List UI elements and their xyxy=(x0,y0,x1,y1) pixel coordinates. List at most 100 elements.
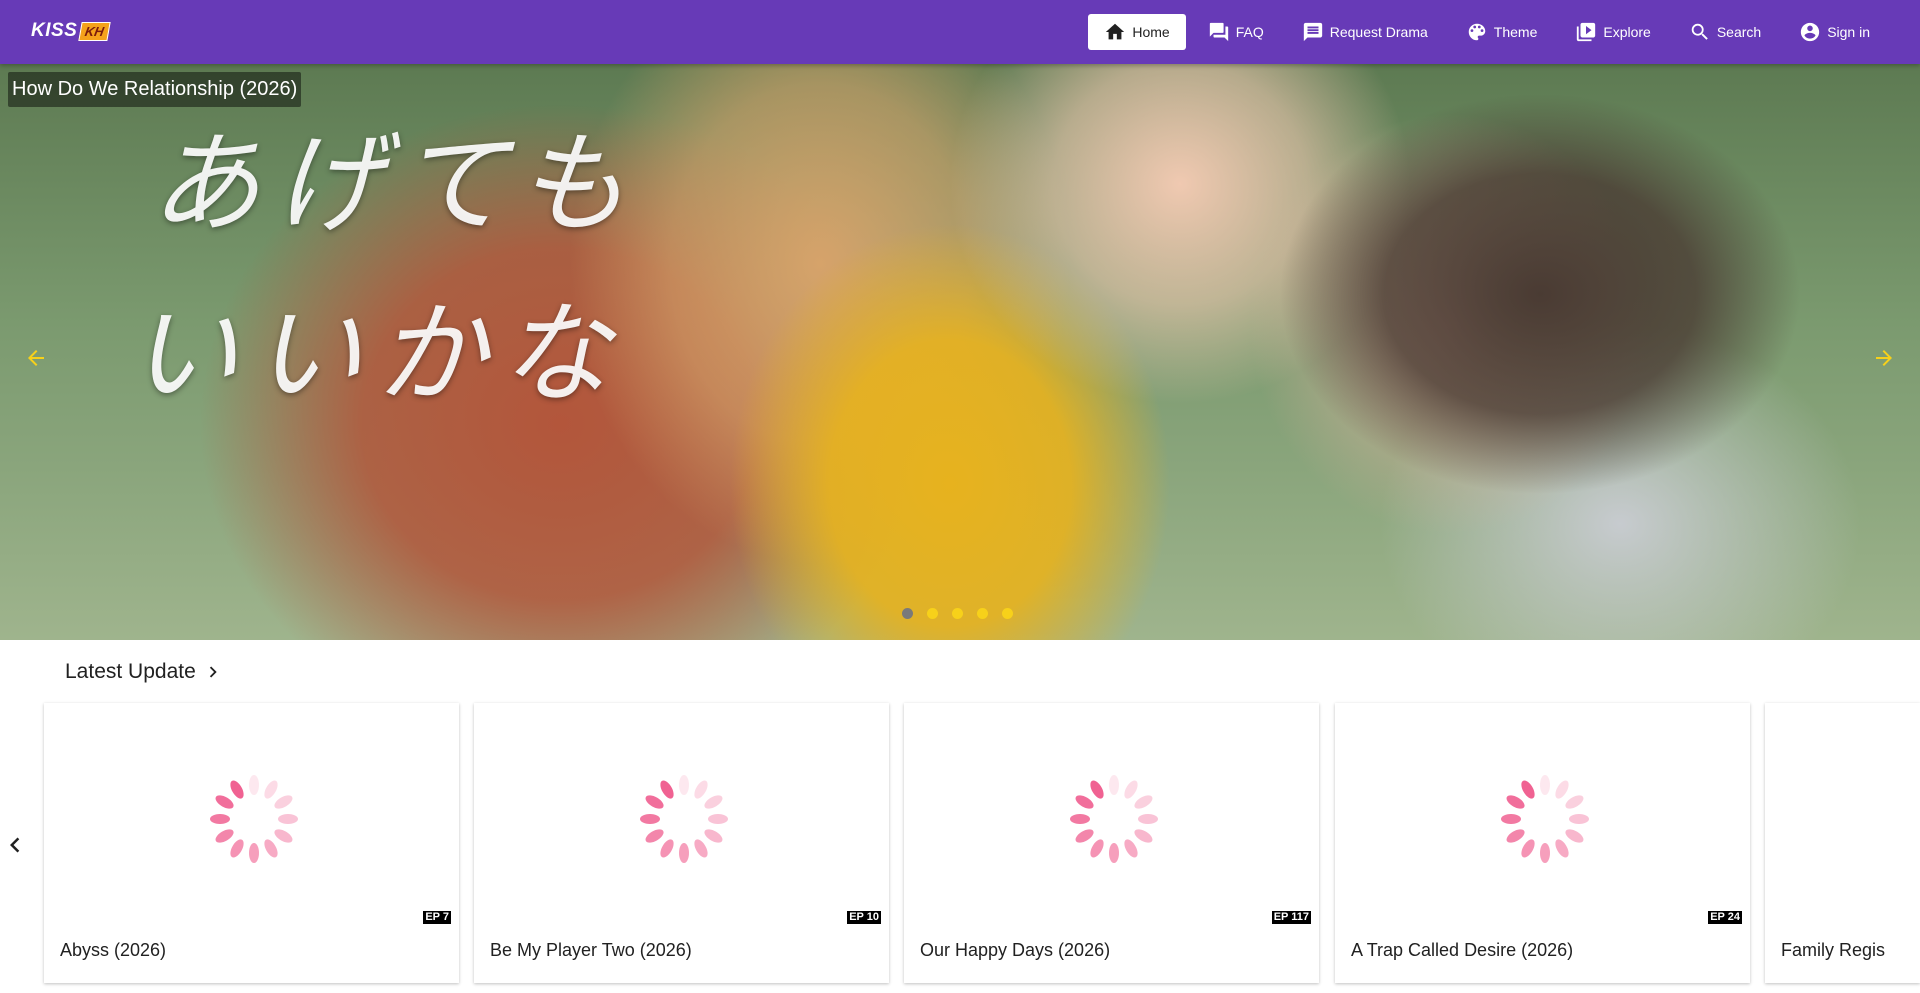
slide-indicators xyxy=(902,608,1013,619)
spinner-petal xyxy=(660,839,674,858)
spinner-petal xyxy=(1134,829,1153,843)
slide-dot-5[interactable] xyxy=(1002,608,1013,619)
episode-badge: EP 7 xyxy=(423,911,451,924)
spinner-petal xyxy=(1565,795,1584,809)
hero-prev-button[interactable] xyxy=(24,346,48,370)
spinner-petal xyxy=(1134,795,1153,809)
spinner-petal xyxy=(1124,839,1138,858)
spinner-petal xyxy=(640,814,660,824)
spinner-petal xyxy=(704,795,723,809)
logo-badge: KH xyxy=(78,21,111,41)
chevron-left-icon xyxy=(10,837,20,853)
spinner-petal xyxy=(694,780,708,799)
loading-spinner-icon xyxy=(640,775,728,863)
spinner-petal xyxy=(1506,795,1525,809)
latest-update-link[interactable]: Latest Update xyxy=(65,660,224,684)
drama-card[interactable]: EP 7 Abyss (2026) xyxy=(44,703,459,983)
slide-dot-2[interactable] xyxy=(927,608,938,619)
nav-search-label: Search xyxy=(1716,24,1762,40)
nav-explore-button[interactable]: Explore xyxy=(1559,14,1666,50)
loading-spinner-icon xyxy=(210,775,298,863)
hero-title[interactable]: How Do We Relationship (2026) xyxy=(8,72,302,107)
home-icon xyxy=(1106,23,1125,40)
spinner-petal xyxy=(1090,839,1104,858)
spinner-petal xyxy=(679,775,689,795)
spinner-petal xyxy=(249,843,259,863)
slide-dot-4[interactable] xyxy=(977,608,988,619)
arrow-left-icon xyxy=(28,350,44,366)
spinner-petal xyxy=(1109,775,1119,795)
nav-search-button[interactable]: Search xyxy=(1673,14,1777,50)
drama-title: Our Happy Days (2026) xyxy=(920,940,1111,960)
spinner-petal xyxy=(264,839,278,858)
loading-spinner-icon xyxy=(1070,775,1158,863)
spinner-petal xyxy=(694,839,708,858)
drama-title: Be My Player Two (2026) xyxy=(490,940,692,960)
spinner-petal xyxy=(1521,839,1535,858)
main-nav: Home FAQ Request Drama Theme Explore Sea… xyxy=(1082,14,1886,50)
nav-sign-in-label: Sign in xyxy=(1827,24,1870,40)
spinner-petal xyxy=(230,780,244,799)
spinner-petal xyxy=(1109,843,1119,863)
spinner-petal xyxy=(1569,814,1589,824)
spinner-petal xyxy=(1555,780,1569,799)
spinner-petal xyxy=(1124,780,1138,799)
nav-request-drama-button[interactable]: Request Drama xyxy=(1286,14,1444,50)
spinner-petal xyxy=(679,843,689,863)
message-icon xyxy=(1303,22,1322,42)
hero-overlay-text-1: あげても xyxy=(150,120,641,248)
nav-home-label: Home xyxy=(1132,24,1170,40)
episode-badge: EP 10 xyxy=(847,911,881,924)
spinner-petal xyxy=(704,829,723,843)
nav-explore-label: Explore xyxy=(1603,24,1651,40)
spinner-petal xyxy=(708,814,728,824)
nav-faq-button[interactable]: FAQ xyxy=(1192,14,1280,50)
spinner-petal xyxy=(1555,839,1569,858)
video-library-icon xyxy=(1577,22,1596,42)
spinner-petal xyxy=(1540,843,1550,863)
spinner-petal xyxy=(645,795,664,809)
spinner-petal xyxy=(645,829,664,843)
nav-request-drama-label: Request Drama xyxy=(1329,24,1428,40)
section-title: Latest Update xyxy=(65,660,196,683)
spinner-petal xyxy=(1501,814,1521,824)
search-icon xyxy=(1691,23,1708,40)
spinner-petal xyxy=(1075,829,1094,843)
loading-spinner-icon xyxy=(1501,775,1589,863)
spinner-petal xyxy=(264,780,278,799)
spinner-petal xyxy=(1070,814,1090,824)
spinner-petal xyxy=(215,829,234,843)
spinner-petal xyxy=(274,829,293,843)
spinner-petal xyxy=(230,839,244,858)
episode-badge: EP 24 xyxy=(1708,911,1742,924)
drama-card[interactable]: Family Regis xyxy=(1765,703,1920,983)
drama-card[interactable]: EP 117 Our Happy Days (2026) xyxy=(904,703,1319,983)
arrow-right-icon xyxy=(1876,350,1892,366)
drama-title: Abyss (2026) xyxy=(60,940,167,960)
nav-home-button[interactable]: Home xyxy=(1088,14,1186,50)
slide-dot-3[interactable] xyxy=(952,608,963,619)
forum-icon xyxy=(1209,22,1228,42)
hero-overlay-text-2: いいかな xyxy=(128,290,624,418)
hero-carousel[interactable]: あげても いいかな How Do We Relationship (2026) xyxy=(0,64,1920,640)
slide-dot-1[interactable] xyxy=(902,608,913,619)
spinner-petal xyxy=(1521,780,1535,799)
drama-card[interactable]: EP 24 A Trap Called Desire (2026) xyxy=(1335,703,1750,983)
hero-next-button[interactable] xyxy=(1872,346,1896,370)
site-logo[interactable]: KISS KH xyxy=(31,20,111,42)
spinner-petal xyxy=(215,795,234,809)
chevron-right-icon xyxy=(209,666,217,678)
spinner-petal xyxy=(1565,829,1584,843)
spinner-petal xyxy=(660,780,674,799)
nav-sign-in-button[interactable]: Sign in xyxy=(1783,14,1886,50)
latest-prev-button[interactable] xyxy=(0,830,30,860)
drama-card[interactable]: EP 10 Be My Player Two (2026) xyxy=(474,703,889,983)
nav-theme-button[interactable]: Theme xyxy=(1450,14,1554,50)
logo-text: KISS xyxy=(31,20,78,41)
spinner-petal xyxy=(1540,775,1550,795)
spinner-petal xyxy=(1506,829,1525,843)
spinner-petal xyxy=(274,795,293,809)
spinner-petal xyxy=(249,775,259,795)
palette-icon xyxy=(1468,23,1486,41)
nav-theme-label: Theme xyxy=(1493,24,1538,40)
